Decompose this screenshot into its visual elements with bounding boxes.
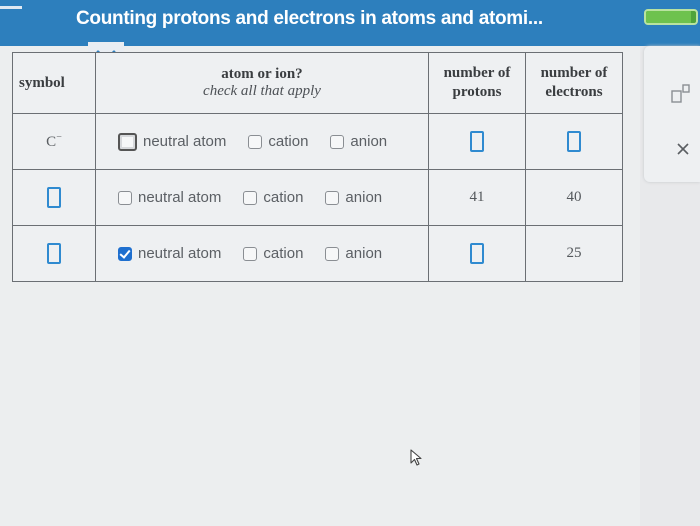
symbol-header: symbol (12, 52, 96, 114)
neutral-atom-checkbox[interactable] (118, 190, 132, 205)
protons-header-line2: protons (452, 84, 502, 100)
symbol-input[interactable] (47, 243, 61, 264)
progress-bar (644, 9, 698, 25)
neutral-atom-label: neutral atom (143, 133, 227, 150)
neutral-atom-option[interactable]: neutral atom (118, 132, 227, 151)
cation-option[interactable]: cation (248, 133, 308, 150)
mouse-cursor-icon (410, 449, 422, 466)
table-row: neutral atom cation anion 25 (12, 225, 623, 282)
symbol-input[interactable] (47, 187, 61, 208)
answer-table: symbol atom or ion? check all that apply… (12, 52, 623, 282)
atom-or-ion-header: atom or ion? check all that apply (95, 52, 429, 114)
symbol-cell (12, 225, 96, 282)
symbol-cell: C− (12, 113, 96, 170)
neutral-atom-option[interactable]: neutral atom (118, 189, 221, 206)
symbol-cell (12, 169, 96, 226)
cation-option[interactable]: cation (243, 189, 303, 206)
protons-cell (428, 225, 526, 282)
atom-or-ion-cell: neutral atom cation anion (95, 169, 429, 226)
check-all-hint: check all that apply (203, 83, 321, 99)
top-bar: Counting protons and electrons in atoms … (0, 0, 700, 46)
anion-checkbox[interactable] (325, 190, 340, 205)
symbol-text: C (46, 134, 57, 150)
electrons-header-line1: number of (540, 65, 608, 81)
cation-label: cation (268, 133, 309, 150)
electrons-cell: 40 (525, 169, 623, 226)
electrons-cell: 25 (525, 225, 623, 282)
anion-label: anion (350, 133, 388, 150)
cation-label: cation (263, 245, 304, 262)
anion-label: anion (345, 189, 383, 206)
anion-option[interactable]: anion (330, 133, 387, 150)
cation-label: cation (263, 189, 304, 206)
cation-option[interactable]: cation (243, 245, 303, 262)
neutral-atom-label: neutral atom (138, 245, 222, 262)
superscript-subscript-button[interactable] (670, 84, 692, 109)
electrons-input[interactable] (567, 131, 581, 152)
page-title: Counting protons and electrons in atoms … (76, 8, 543, 29)
superscript-subscript-icon (671, 84, 690, 103)
header-row: symbol atom or ion? check all that apply… (12, 52, 623, 114)
cation-checkbox[interactable] (248, 134, 263, 149)
protons-input[interactable] (470, 243, 484, 264)
progress-fill (646, 11, 691, 23)
atom-or-ion-cell: neutral atom cation anion (95, 113, 429, 170)
answer-tools-panel (644, 46, 700, 182)
neutral-atom-checkbox[interactable] (118, 246, 132, 261)
table-row: C− neutral atom cation anion (12, 113, 623, 170)
cation-checkbox[interactable] (243, 190, 258, 205)
neutral-atom-label: neutral atom (138, 189, 222, 206)
symbol-charge: − (56, 132, 62, 143)
protons-input[interactable] (470, 131, 484, 152)
cation-checkbox[interactable] (243, 246, 258, 261)
anion-option[interactable]: anion (325, 245, 382, 262)
neutral-atom-option[interactable]: neutral atom (118, 245, 221, 262)
anion-option[interactable]: anion (325, 189, 382, 206)
electrons-cell (525, 113, 623, 170)
neutral-atom-checkbox[interactable] (118, 132, 137, 151)
table-row: neutral atom cation anion 41 40 (12, 169, 623, 226)
anion-checkbox[interactable] (325, 246, 340, 261)
protons-cell: 41 (428, 169, 526, 226)
anion-label: anion (345, 245, 383, 262)
electrons-header: number of electrons (525, 52, 623, 114)
close-icon (677, 143, 689, 155)
electrons-header-line2: electrons (545, 84, 603, 100)
protons-cell (428, 113, 526, 170)
protons-header: number of protons (428, 52, 526, 114)
clear-button[interactable] (676, 142, 690, 161)
menu-mark[interactable] (0, 6, 22, 9)
atom-or-ion-label: atom or ion? (221, 66, 303, 82)
anion-checkbox[interactable] (330, 134, 345, 149)
protons-header-line1: number of (443, 65, 511, 81)
atom-or-ion-cell: neutral atom cation anion (95, 225, 429, 282)
